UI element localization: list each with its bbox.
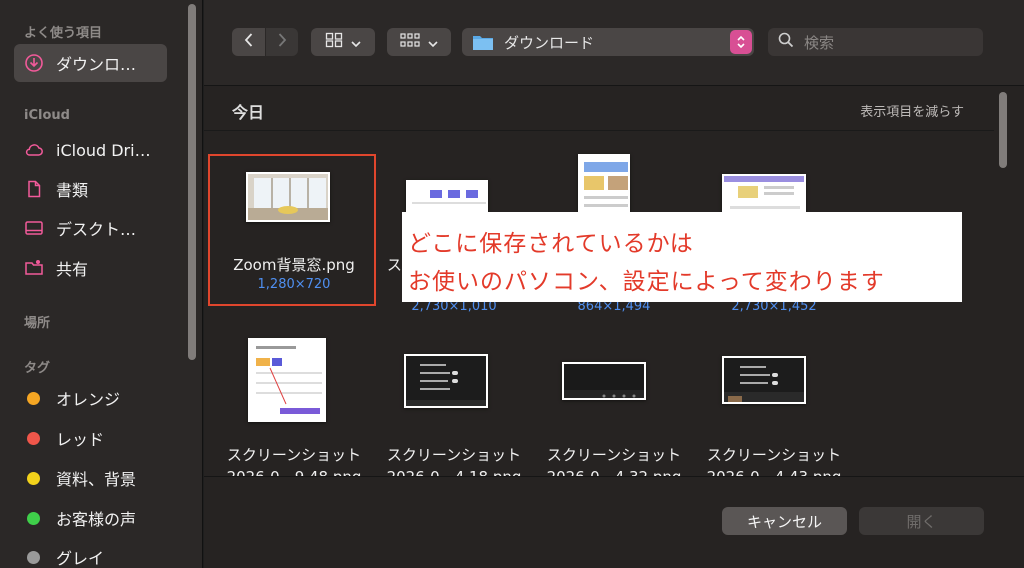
download-icon: [24, 53, 44, 73]
section-header: 今日 表示項目を減らす: [204, 87, 994, 131]
sidebar-tag-orange[interactable]: オレンジ: [14, 379, 167, 417]
file-thumbnail: [404, 354, 488, 408]
back-button[interactable]: [232, 28, 265, 56]
file-name: スクリーンショット: [386, 446, 522, 464]
tag-color-dot: [27, 511, 40, 525]
search-placeholder: 検索: [804, 33, 835, 52]
search-icon: [778, 32, 804, 52]
annotation-callout: どこに保存されているかは お使いのパソコン、設定によって変わります: [402, 212, 962, 302]
file-item[interactable]: スクリーンショット 2026-0…9.48.png: [214, 338, 374, 476]
group-mode-button[interactable]: [387, 28, 451, 56]
sidebar-item-label: デスクト…: [56, 220, 137, 239]
grid-view-icon: [325, 32, 343, 52]
sidebar-item-label: 共有: [56, 260, 89, 279]
sidebar-item-label: 資料、背景: [56, 470, 137, 489]
sidebar-item-desktop[interactable]: デスクト…: [14, 209, 167, 247]
sidebar-item-icloud-drive[interactable]: iCloud Dri…: [14, 131, 167, 169]
chevron-down-icon: [428, 33, 438, 52]
file-thumbnail: [722, 356, 806, 404]
highlight-box: [208, 154, 376, 306]
folder-icon: [472, 33, 494, 51]
vertical-scrollbar[interactable]: [999, 92, 1007, 168]
file-item[interactable]: スクリーンショット 2026-0…4.43.png: [694, 340, 854, 476]
search-field[interactable]: 検索: [768, 28, 983, 56]
file-item[interactable]: スクリーンショット 2026-0…4.32.png: [534, 340, 694, 476]
section-title: 今日: [232, 103, 265, 122]
favorites-heading: よく使う項目: [24, 26, 103, 41]
sidebar-item-label: ダウンロ…: [56, 55, 137, 74]
file-name-line2: 2026-0…4.43.png: [684, 468, 864, 476]
open-button[interactable]: 開く: [859, 507, 984, 535]
show-less-button[interactable]: 表示項目を減らす: [860, 101, 964, 120]
cloud-icon: [24, 140, 44, 160]
sidebar-item-label: グレイ: [56, 549, 105, 568]
forward-button[interactable]: [266, 28, 298, 56]
annotation-line-1: どこに保存されているかは: [408, 231, 694, 257]
sidebar-scrollbar[interactable]: [188, 4, 196, 360]
sidebar-item-downloads[interactable]: ダウンロ…: [14, 44, 167, 82]
sidebar-item-label: 書類: [56, 181, 89, 200]
toolbar: ダウンロード 検索: [204, 0, 1024, 86]
cancel-button[interactable]: キャンセル: [722, 507, 847, 535]
location-popup[interactable]: ダウンロード: [462, 28, 754, 56]
sidebar-item-documents[interactable]: 書類: [14, 170, 167, 208]
annotation-line-2: お使いのパソコン、設定によって変わります: [408, 269, 885, 295]
file-grid: Zoom背景窓.png 1,280×720 スクリーンショット 2,730×1,…: [204, 132, 994, 476]
file-thumbnail: [562, 362, 646, 400]
tag-color-dot: [27, 391, 40, 405]
sidebar-tag-yellow[interactable]: 資料、背景: [14, 459, 167, 497]
sidebar-tag-red[interactable]: レッド: [14, 419, 167, 457]
chevron-left-icon: [243, 32, 255, 52]
dialog-footer: キャンセル 開く: [204, 476, 1024, 568]
file-name: スクリーンショット: [226, 446, 362, 464]
file-name: スクリーンショット: [546, 446, 682, 464]
sidebar: よく使う項目 ダウンロ… iCloud iCloud Dri… 書類 デスクト……: [0, 0, 203, 568]
sidebar-item-label: オレンジ: [56, 390, 121, 409]
chevron-right-icon: [276, 32, 288, 52]
file-name: スクリーンショット: [706, 446, 842, 464]
sidebar-item-label: レッド: [56, 430, 105, 449]
file-item[interactable]: スクリーンショット 2026-0…4.18.png: [374, 340, 534, 476]
file-thumbnail: [248, 338, 326, 422]
updown-stepper-icon: [730, 30, 752, 54]
file-name-line2: 2026-0…4.18.png: [364, 468, 544, 476]
file-browser: ダウンロード 検索 今日 表示項目を減らす Zoom背景窓.png 1,280×…: [204, 0, 1024, 568]
tag-color-dot: [27, 431, 40, 445]
tag-color-dot: [27, 471, 40, 485]
sidebar-tag-gray[interactable]: グレイ: [14, 538, 167, 568]
desktop-icon: [24, 218, 44, 238]
tags-heading: タグ: [24, 361, 51, 376]
tag-color-dot: [27, 550, 40, 564]
location-label: ダウンロード: [504, 33, 595, 52]
sidebar-tag-green[interactable]: お客様の声: [14, 499, 167, 537]
shared-folder-icon: [24, 258, 44, 278]
file-name-line2: 2026-0…9.48.png: [204, 468, 384, 476]
document-icon: [24, 179, 44, 199]
file-name-line2: 2026-0…4.32.png: [524, 468, 704, 476]
chevron-down-icon: [351, 33, 361, 52]
group-view-icon: [400, 32, 420, 52]
icloud-heading: iCloud: [24, 108, 70, 123]
sidebar-item-label: iCloud Dri…: [56, 140, 151, 160]
sidebar-item-label: お客様の声: [56, 510, 137, 529]
locations-heading: 場所: [24, 316, 51, 331]
sidebar-item-shared[interactable]: 共有: [14, 249, 167, 287]
view-mode-button[interactable]: [311, 28, 375, 56]
